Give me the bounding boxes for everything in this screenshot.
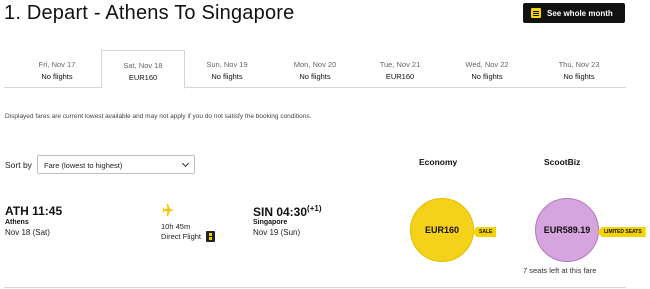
flight-details-icon[interactable]: [206, 231, 215, 242]
date-tab-nov-21[interactable]: Tue, Nov 21 EUR160: [361, 50, 439, 88]
departure-date: Nov 18 (Sat): [5, 228, 50, 237]
date-tab-fare: No flights: [563, 72, 595, 81]
see-whole-month-label: See whole month: [547, 8, 613, 18]
economy-fare-button[interactable]: EUR160: [410, 198, 474, 262]
date-tab-nov-23[interactable]: Thu, Nov 23 No flights: [535, 50, 623, 88]
date-tab-fare: EUR160: [128, 73, 158, 82]
see-whole-month-button[interactable]: See whole month: [523, 3, 625, 23]
flight-type: Direct Flight: [161, 232, 202, 241]
fare-disclaimer: Displayed fares are current lowest avail…: [5, 113, 312, 120]
sort-select[interactable]: Fare (lowest to highest): [37, 155, 195, 174]
economy-column-header: Economy: [419, 157, 458, 167]
date-tab-fare: EUR160: [385, 72, 415, 81]
scootbiz-fare-button[interactable]: EUR589.19: [535, 198, 599, 262]
calendar-icon: [531, 8, 541, 18]
date-tab-fare: No flights: [211, 72, 243, 81]
arrival-city: Singapore: [253, 219, 288, 226]
date-tab-date: Mon, Nov 20: [293, 60, 337, 69]
date-tab-nov-18[interactable]: Sat, Nov 18 EUR160: [101, 50, 185, 89]
divider: [4, 287, 626, 288]
date-tab-fare: No flights: [41, 72, 73, 81]
flight-duration: 10h 45m: [161, 222, 191, 231]
date-tab-date: Fri, Nov 17: [38, 60, 76, 69]
chevron-down-icon: [181, 159, 190, 168]
limited-seats-badge: LIMITED SEATS: [597, 227, 646, 237]
departure-time: ATH 11:45: [5, 204, 63, 218]
scootbiz-fare-price: EUR589.19: [543, 225, 591, 235]
seats-left-note: 7 seats left at this fare: [523, 266, 597, 275]
date-tab-date: Sat, Nov 18: [123, 61, 163, 70]
arrival-date: Nov 19 (Sun): [253, 228, 301, 237]
date-tab-nov-19[interactable]: Sun, Nov 19 No flights: [185, 50, 269, 88]
airplane-icon: [162, 204, 174, 216]
date-tab-fare: No flights: [299, 72, 331, 81]
date-tab-date: Wed, Nov 22: [465, 60, 509, 69]
date-tab-date: Tue, Nov 21: [379, 60, 421, 69]
sale-badge: SALE: [472, 227, 497, 237]
economy-fare-price: EUR160: [424, 225, 460, 235]
date-tab-nov-17[interactable]: Fri, Nov 17 No flights: [4, 50, 110, 88]
date-tab-nov-22[interactable]: Wed, Nov 22 No flights: [439, 50, 535, 88]
sort-selected-value: Fare (lowest to highest): [44, 161, 123, 170]
arrival-time-value: SIN 04:30: [253, 205, 308, 219]
date-tab-nov-20[interactable]: Mon, Nov 20 No flights: [269, 50, 361, 88]
sort-label: Sort by: [5, 160, 32, 170]
departure-city: Athens: [5, 219, 29, 226]
date-tab-date: Thu, Nov 23: [558, 60, 600, 69]
date-tab-fare: No flights: [471, 72, 503, 81]
page-title: 1. Depart - Athens To Singapore: [4, 2, 295, 24]
scootbiz-column-header: ScootBiz: [544, 157, 581, 167]
date-tab-date: Sun, Nov 19: [206, 60, 248, 69]
date-strip: Fri, Nov 17 No flights Sat, Nov 18 EUR16…: [4, 50, 626, 89]
arrival-time: SIN 04:30(+1): [253, 204, 321, 219]
arrival-day-offset: (+1): [307, 204, 322, 213]
